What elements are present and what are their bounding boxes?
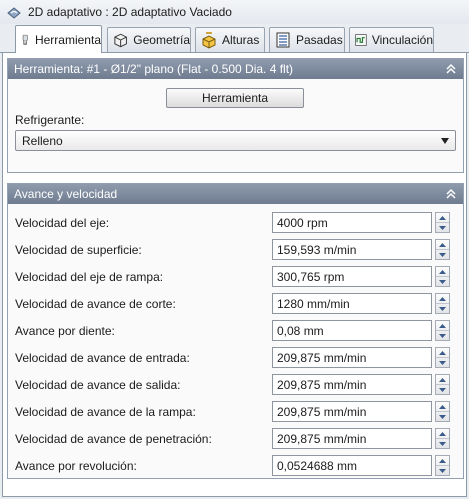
spin-button[interactable] xyxy=(435,374,450,395)
tool-group-header[interactable]: Herramienta: #1 - Ø1/2" plano (Flat - 0.… xyxy=(8,59,463,79)
spin-down-icon[interactable] xyxy=(436,223,449,233)
parameter-label: Avance por revolución: xyxy=(15,459,137,473)
coolant-select[interactable]: Relleno xyxy=(15,130,456,151)
spin-button[interactable] xyxy=(435,212,450,233)
spin-down-icon[interactable] xyxy=(436,304,449,314)
dropdown-arrow-icon xyxy=(441,138,449,144)
tab-label: Geometría xyxy=(133,33,190,47)
feed-speed-group: Avance y velocidad Velocidad del eje: 400… xyxy=(7,183,464,479)
spin-up-icon[interactable] xyxy=(436,402,449,412)
adaptive-toolpath-icon xyxy=(7,7,21,19)
parameter-value-field[interactable]: 159,593 m/min xyxy=(272,239,432,260)
spin-button[interactable] xyxy=(435,293,450,314)
parameter-value-field[interactable]: 209,875 mm/min xyxy=(272,374,432,395)
feed-speed-group-header[interactable]: Avance y velocidad xyxy=(8,184,463,204)
parameter-label: Velocidad de avance de penetración: xyxy=(15,432,212,446)
parameter-row: Velocidad de avance de entrada: 209,875 m… xyxy=(8,347,463,369)
spin-down-icon[interactable] xyxy=(436,385,449,395)
parameter-label: Velocidad de avance de entrada: xyxy=(15,351,190,365)
tab-label: Pasadas xyxy=(296,33,343,47)
parameter-row: Velocidad del eje: 4000 rpm xyxy=(8,212,463,234)
parameter-value-field[interactable]: 0,0524688 mm xyxy=(272,455,432,476)
parameter-label: Velocidad de avance de corte: xyxy=(15,297,176,311)
tab-bar: Herramienta Geometría Alturas Pasadas Vi… xyxy=(0,25,469,54)
spin-button[interactable] xyxy=(435,347,450,368)
heights-icon xyxy=(202,32,216,49)
tool-group: Herramienta: #1 - Ø1/2" plano (Flat - 0.… xyxy=(7,58,464,173)
tool-icon xyxy=(22,34,28,46)
feed-speed-group-title: Avance y velocidad xyxy=(14,187,118,201)
parameter-row: Velocidad de avance de salida: 209,875 mm… xyxy=(8,374,463,396)
parameter-label: Avance por diente: xyxy=(15,324,115,338)
parameter-label: Velocidad de superficie: xyxy=(15,243,142,257)
parameter-value-field[interactable]: 209,875 mm/min xyxy=(272,347,432,368)
parameter-label: Velocidad del eje de rampa: xyxy=(15,270,164,284)
parameter-value-field[interactable]: 209,875 mm/min xyxy=(272,428,432,449)
spin-up-icon[interactable] xyxy=(436,294,449,304)
spin-down-icon[interactable] xyxy=(436,358,449,368)
window-titlebar: 2D adaptativo : 2D adaptativo Vaciado xyxy=(0,0,469,24)
parameter-value-field[interactable]: 300,765 rpm xyxy=(272,266,432,287)
spin-up-icon[interactable] xyxy=(436,213,449,223)
coolant-label: Refrigerante: xyxy=(15,113,85,127)
spin-up-icon[interactable] xyxy=(436,240,449,250)
spin-button[interactable] xyxy=(435,455,450,476)
tab-content-panel: Herramienta: #1 - Ø1/2" plano (Flat - 0.… xyxy=(2,53,467,497)
tab-alturas[interactable]: Alturas xyxy=(195,27,265,52)
spin-down-icon[interactable] xyxy=(436,439,449,449)
tab-label: Vinculación xyxy=(371,33,433,47)
coolant-value: Relleno xyxy=(22,133,63,148)
spin-button[interactable] xyxy=(435,266,450,287)
spin-up-icon[interactable] xyxy=(436,456,449,466)
collapse-chevron-icon[interactable] xyxy=(445,188,457,200)
window-title: 2D adaptativo : 2D adaptativo Vaciado xyxy=(28,5,232,19)
spin-button[interactable] xyxy=(435,320,450,341)
geometry-icon xyxy=(114,33,127,48)
parameter-value-field[interactable]: 0,08 mm xyxy=(272,320,432,341)
spin-up-icon[interactable] xyxy=(436,429,449,439)
parameter-row: Velocidad de avance de corte: 1280 mm/min xyxy=(8,293,463,315)
parameter-row: Velocidad del eje de rampa: 300,765 rpm xyxy=(8,266,463,288)
spin-up-icon[interactable] xyxy=(436,321,449,331)
spin-down-icon[interactable] xyxy=(436,331,449,341)
tab-herramienta[interactable]: Herramienta xyxy=(15,25,102,54)
spin-down-icon[interactable] xyxy=(436,277,449,287)
parameter-row: Avance por revolución: 0,0524688 mm xyxy=(8,455,463,477)
spin-button[interactable] xyxy=(435,239,450,260)
tool-group-title: Herramienta: #1 - Ø1/2" plano (Flat - 0.… xyxy=(14,62,294,76)
parameter-row: Velocidad de superficie: 159,593 m/min xyxy=(8,239,463,261)
spin-up-icon[interactable] xyxy=(436,375,449,385)
tab-pasadas[interactable]: Pasadas xyxy=(269,27,345,52)
parameter-row: Avance por diente: 0,08 mm xyxy=(8,320,463,342)
linking-icon xyxy=(355,34,367,46)
tab-label: Alturas xyxy=(222,33,260,47)
tab-vinculacion[interactable]: Vinculación xyxy=(349,27,434,52)
parameter-label: Velocidad del eje: xyxy=(15,216,110,230)
tab-label: Herramienta xyxy=(34,33,101,47)
passes-icon xyxy=(276,32,290,48)
spin-down-icon[interactable] xyxy=(436,466,449,476)
parameter-label: Velocidad de avance de salida: xyxy=(15,378,181,392)
spin-up-icon[interactable] xyxy=(436,348,449,358)
parameter-label: Velocidad de avance de la rampa: xyxy=(15,405,196,419)
tab-geometria[interactable]: Geometría xyxy=(107,27,191,52)
parameter-value-field[interactable]: 4000 rpm xyxy=(272,212,432,233)
spin-down-icon[interactable] xyxy=(436,250,449,260)
spin-up-icon[interactable] xyxy=(436,267,449,277)
select-tool-button[interactable]: Herramienta xyxy=(166,88,304,108)
collapse-chevron-icon[interactable] xyxy=(445,63,457,75)
parameter-row: Velocidad de avance de la rampa: 209,875 … xyxy=(8,401,463,423)
parameter-row: Velocidad de avance de penetración: 209,8… xyxy=(8,428,463,450)
parameter-value-field[interactable]: 1280 mm/min xyxy=(272,293,432,314)
parameter-value-field[interactable]: 209,875 mm/min xyxy=(272,401,432,422)
spin-down-icon[interactable] xyxy=(436,412,449,422)
spin-button[interactable] xyxy=(435,401,450,422)
spin-button[interactable] xyxy=(435,428,450,449)
